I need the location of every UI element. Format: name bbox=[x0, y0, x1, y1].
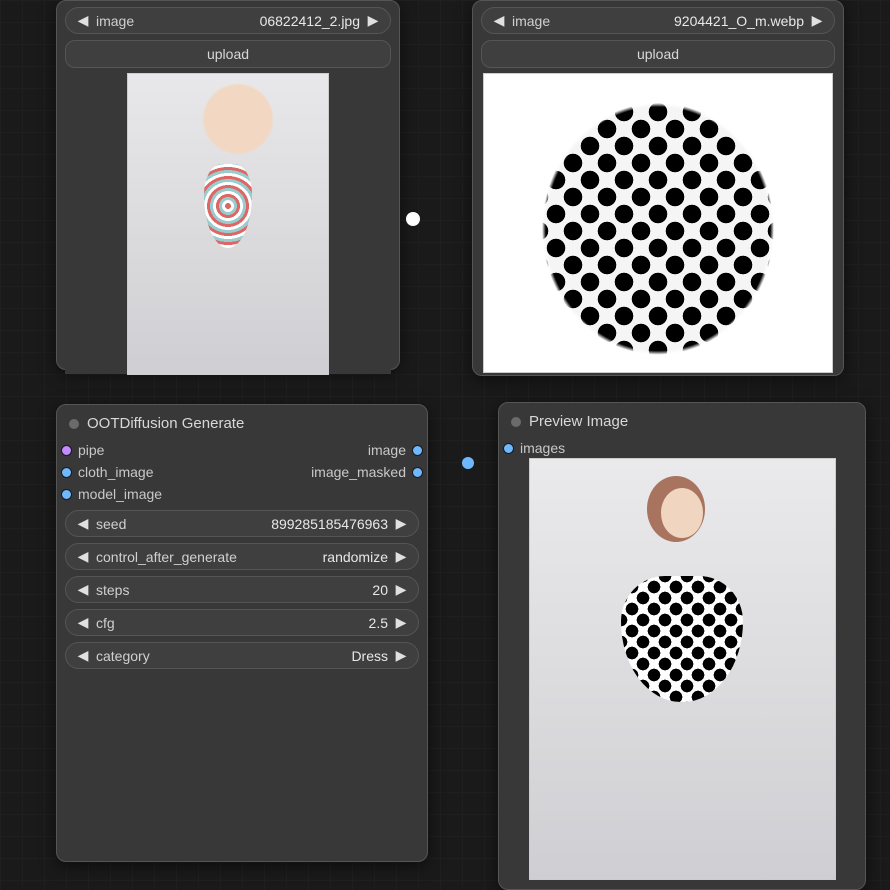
next-arrow[interactable]: ▶ bbox=[392, 515, 410, 532]
image-preview bbox=[65, 74, 391, 374]
field-value: 9204421_O_m.webp bbox=[674, 13, 808, 29]
prev-arrow[interactable]: ◀ bbox=[74, 614, 92, 631]
param-value: randomize bbox=[323, 549, 392, 565]
node-title-text: OOTDiffusion Generate bbox=[87, 415, 244, 432]
port-label: images bbox=[520, 440, 565, 456]
port-label: model_image bbox=[78, 486, 162, 502]
port-label: image bbox=[368, 442, 406, 458]
node-preview-image[interactable]: Preview Image images bbox=[498, 402, 866, 890]
param-steps[interactable]: ◀ steps 20 ▶ bbox=[65, 576, 419, 603]
port-label: image_masked bbox=[311, 464, 406, 480]
port-socket[interactable] bbox=[61, 467, 72, 478]
collapse-dot-icon[interactable] bbox=[511, 417, 521, 427]
field-label: image bbox=[508, 13, 674, 29]
param-control-after-generate[interactable]: ◀ control_after_generate randomize ▶ bbox=[65, 543, 419, 570]
port-socket[interactable] bbox=[61, 489, 72, 500]
port-socket[interactable] bbox=[412, 445, 423, 456]
upload-button[interactable]: upload bbox=[481, 40, 835, 68]
preview-image-area bbox=[507, 458, 857, 879]
prev-arrow[interactable]: ◀ bbox=[74, 548, 92, 565]
next-arrow[interactable]: ▶ bbox=[364, 12, 382, 29]
input-port-images[interactable]: images bbox=[499, 440, 569, 456]
collapse-dot-icon[interactable] bbox=[69, 419, 79, 429]
image-filename-field[interactable]: ◀ image 9204421_O_m.webp ▶ bbox=[481, 7, 835, 34]
input-port-model-image[interactable]: model_image bbox=[57, 486, 166, 502]
param-seed[interactable]: ◀ seed 899285185476963 ▶ bbox=[65, 510, 419, 537]
field-value: 06822412_2.jpg bbox=[260, 13, 364, 29]
prev-arrow[interactable]: ◀ bbox=[490, 12, 508, 29]
output-port-image[interactable]: image bbox=[307, 442, 427, 458]
upload-button[interactable]: upload bbox=[65, 40, 391, 68]
input-port-pipe[interactable]: pipe bbox=[57, 442, 166, 458]
port-socket[interactable] bbox=[412, 467, 423, 478]
result-image-placeholder bbox=[530, 459, 835, 879]
next-arrow[interactable]: ▶ bbox=[392, 548, 410, 565]
port-socket[interactable] bbox=[503, 443, 514, 454]
param-value: 2.5 bbox=[369, 615, 392, 631]
param-category[interactable]: ◀ category Dress ▶ bbox=[65, 642, 419, 669]
next-arrow[interactable]: ▶ bbox=[392, 614, 410, 631]
param-label: control_after_generate bbox=[92, 549, 323, 565]
param-value: Dress bbox=[351, 648, 392, 664]
prev-arrow[interactable]: ◀ bbox=[74, 647, 92, 664]
param-label: cfg bbox=[92, 615, 369, 631]
node-title[interactable]: OOTDiffusion Generate bbox=[65, 411, 419, 440]
node-load-model-image[interactable]: ◀ image 06822412_2.jpg ▶ upload bbox=[56, 0, 400, 370]
node-title-text: Preview Image bbox=[529, 413, 628, 430]
cloth-image-placeholder bbox=[488, 78, 828, 368]
next-arrow[interactable]: ▶ bbox=[392, 581, 410, 598]
next-arrow[interactable]: ▶ bbox=[392, 647, 410, 664]
prev-arrow[interactable]: ◀ bbox=[74, 12, 92, 29]
prev-arrow[interactable]: ◀ bbox=[74, 581, 92, 598]
edge-reroute-dot[interactable] bbox=[462, 457, 474, 469]
param-value: 899285185476963 bbox=[271, 516, 392, 532]
edge-reroute-dot[interactable] bbox=[406, 212, 420, 226]
image-preview bbox=[481, 74, 835, 372]
port-socket[interactable] bbox=[61, 445, 72, 456]
node-title[interactable]: Preview Image bbox=[507, 409, 857, 438]
field-label: image bbox=[92, 13, 260, 29]
node-load-cloth-image[interactable]: ◀ image 9204421_O_m.webp ▶ upload bbox=[472, 0, 844, 376]
param-cfg[interactable]: ◀ cfg 2.5 ▶ bbox=[65, 609, 419, 636]
port-label: pipe bbox=[78, 442, 104, 458]
param-value: 20 bbox=[372, 582, 392, 598]
port-label: cloth_image bbox=[78, 464, 154, 480]
param-label: seed bbox=[92, 516, 271, 532]
param-label: steps bbox=[92, 582, 372, 598]
input-port-cloth-image[interactable]: cloth_image bbox=[57, 464, 166, 480]
prev-arrow[interactable]: ◀ bbox=[74, 515, 92, 532]
next-arrow[interactable]: ▶ bbox=[808, 12, 826, 29]
output-port-image-masked[interactable]: image_masked bbox=[307, 464, 427, 480]
node-ootdiffusion-generate[interactable]: OOTDiffusion Generate pipe cloth_image m… bbox=[56, 404, 428, 862]
image-filename-field[interactable]: ◀ image 06822412_2.jpg ▶ bbox=[65, 7, 391, 34]
model-image-placeholder bbox=[128, 74, 328, 374]
param-label: category bbox=[92, 648, 351, 664]
